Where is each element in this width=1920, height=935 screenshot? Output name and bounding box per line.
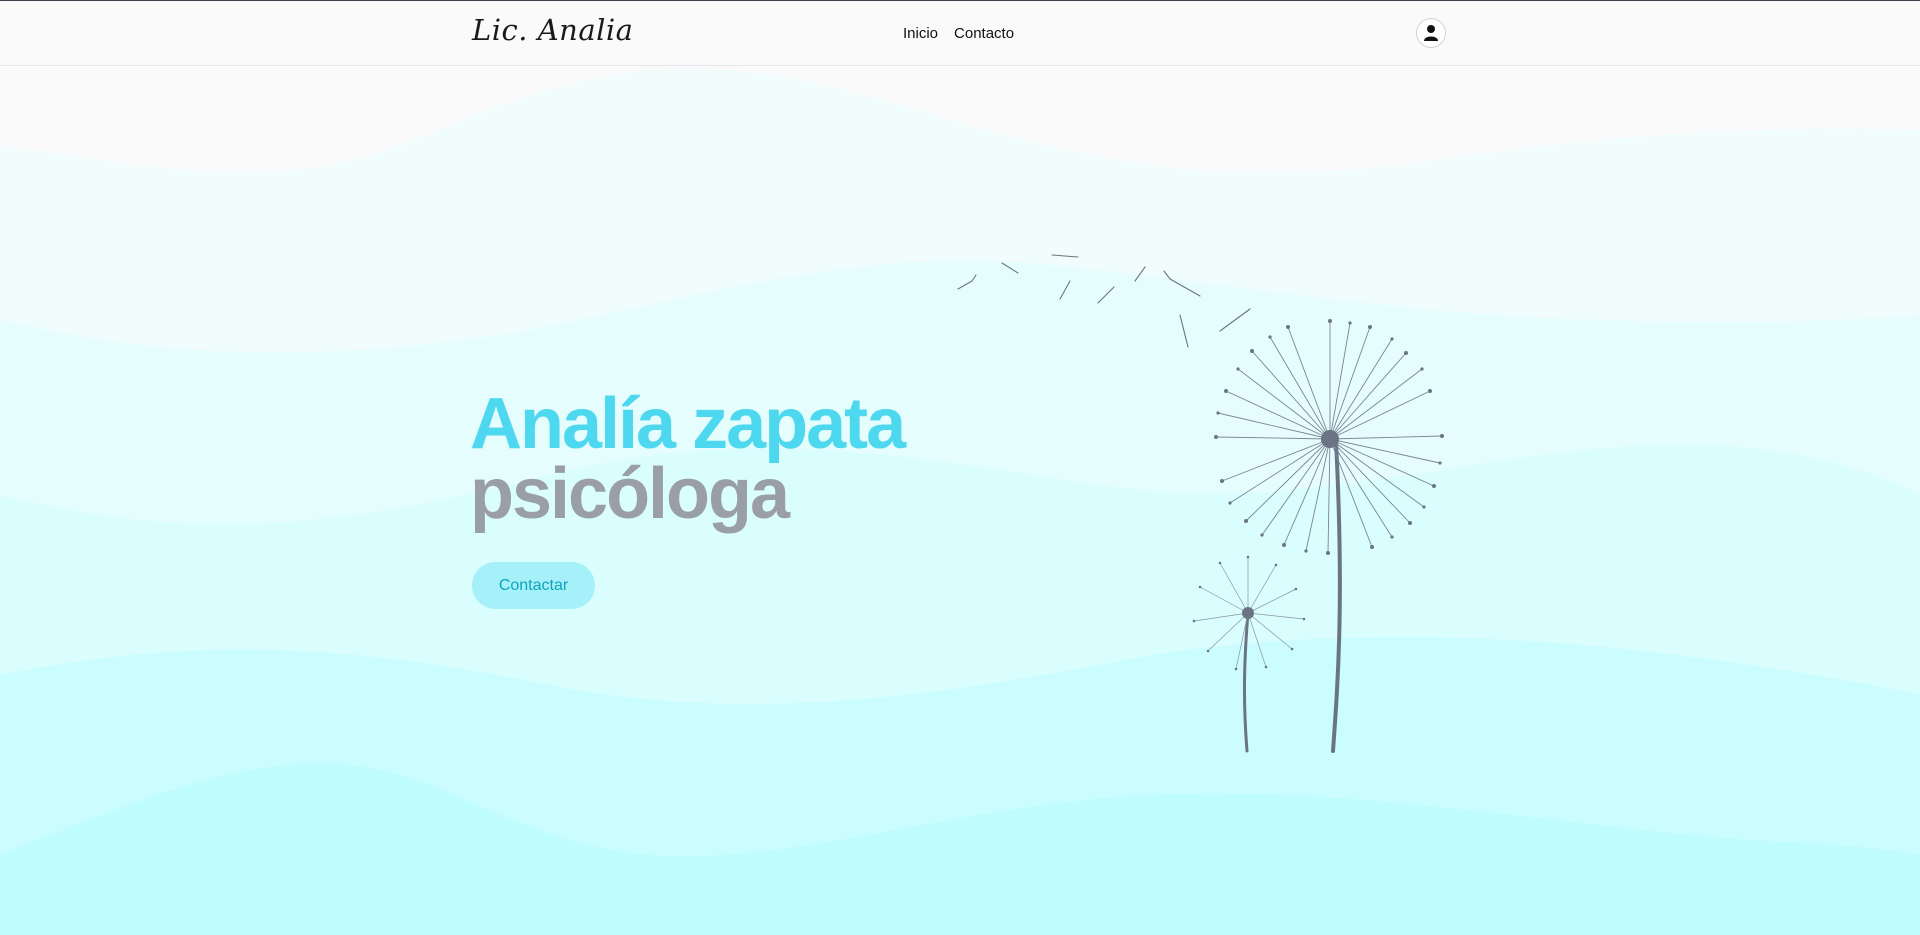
account-button[interactable] bbox=[1416, 18, 1446, 48]
nav-link-contacto[interactable]: Contacto bbox=[954, 25, 1014, 42]
hero-title-profession: psicóloga bbox=[470, 454, 790, 534]
page: Lic. Analia Inicio Contacto Analía zapat… bbox=[0, 0, 1920, 935]
site-header: Lic. Analia Inicio Contacto bbox=[0, 1, 1920, 66]
dandelion-stem-small bbox=[1242, 611, 1250, 753]
hero-title: Analía zapata psicóloga bbox=[470, 384, 906, 534]
dandelion-stem-large bbox=[1331, 439, 1342, 753]
user-icon bbox=[1424, 25, 1438, 41]
flying-seeds bbox=[957, 254, 1251, 348]
dandelion-illustration bbox=[957, 254, 1444, 753]
hero-title-name: Analía zapata bbox=[470, 384, 906, 464]
main-nav: Inicio Contacto bbox=[903, 25, 1014, 42]
brand-logo[interactable]: Lic. Analia bbox=[472, 13, 633, 47]
nav-link-inicio[interactable]: Inicio bbox=[903, 25, 938, 42]
hero-heading-group: Analía zapata psicóloga bbox=[470, 384, 906, 534]
contactar-button[interactable]: Contactar bbox=[472, 562, 595, 609]
